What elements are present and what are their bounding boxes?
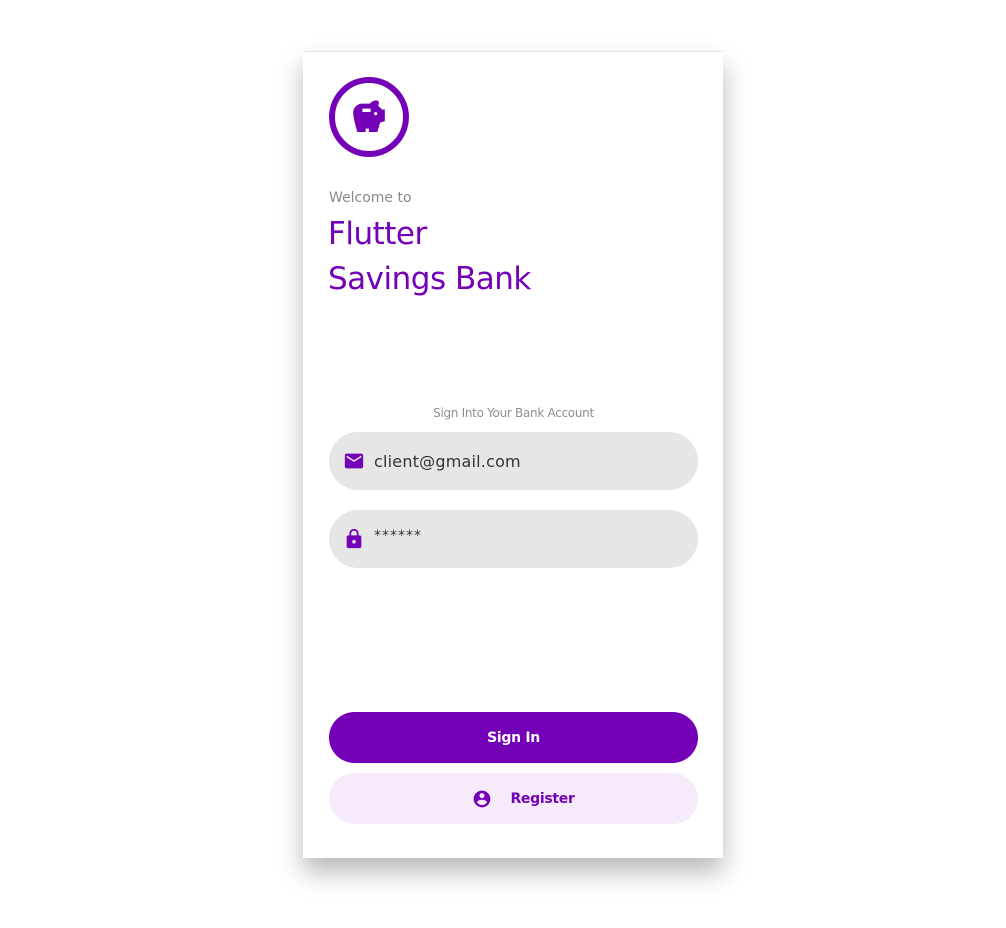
page-title: Flutter Savings Bank [328,212,531,302]
sign-in-button[interactable]: Sign In [329,712,698,763]
app-logo [329,77,409,157]
register-label: Register [510,790,575,807]
title-line-2: Savings Bank [328,261,531,297]
sign-in-label: Sign In [487,729,540,746]
email-field[interactable]: client@gmail.com [329,432,698,490]
account-circle-icon [472,789,492,809]
welcome-label: Welcome to [329,190,412,206]
password-field[interactable]: ****** [329,510,698,568]
email-value[interactable]: client@gmail.com [374,452,521,471]
mail-icon [343,450,365,472]
login-screen: Welcome to Flutter Savings Bank Sign Int… [303,51,723,858]
lock-icon [343,528,365,550]
sign-in-subtitle: Sign Into Your Bank Account [433,406,594,420]
register-button[interactable]: Register [329,773,698,824]
password-value[interactable]: ****** [374,528,422,544]
piggy-bank-icon [353,100,385,132]
title-line-1: Flutter [328,216,427,252]
